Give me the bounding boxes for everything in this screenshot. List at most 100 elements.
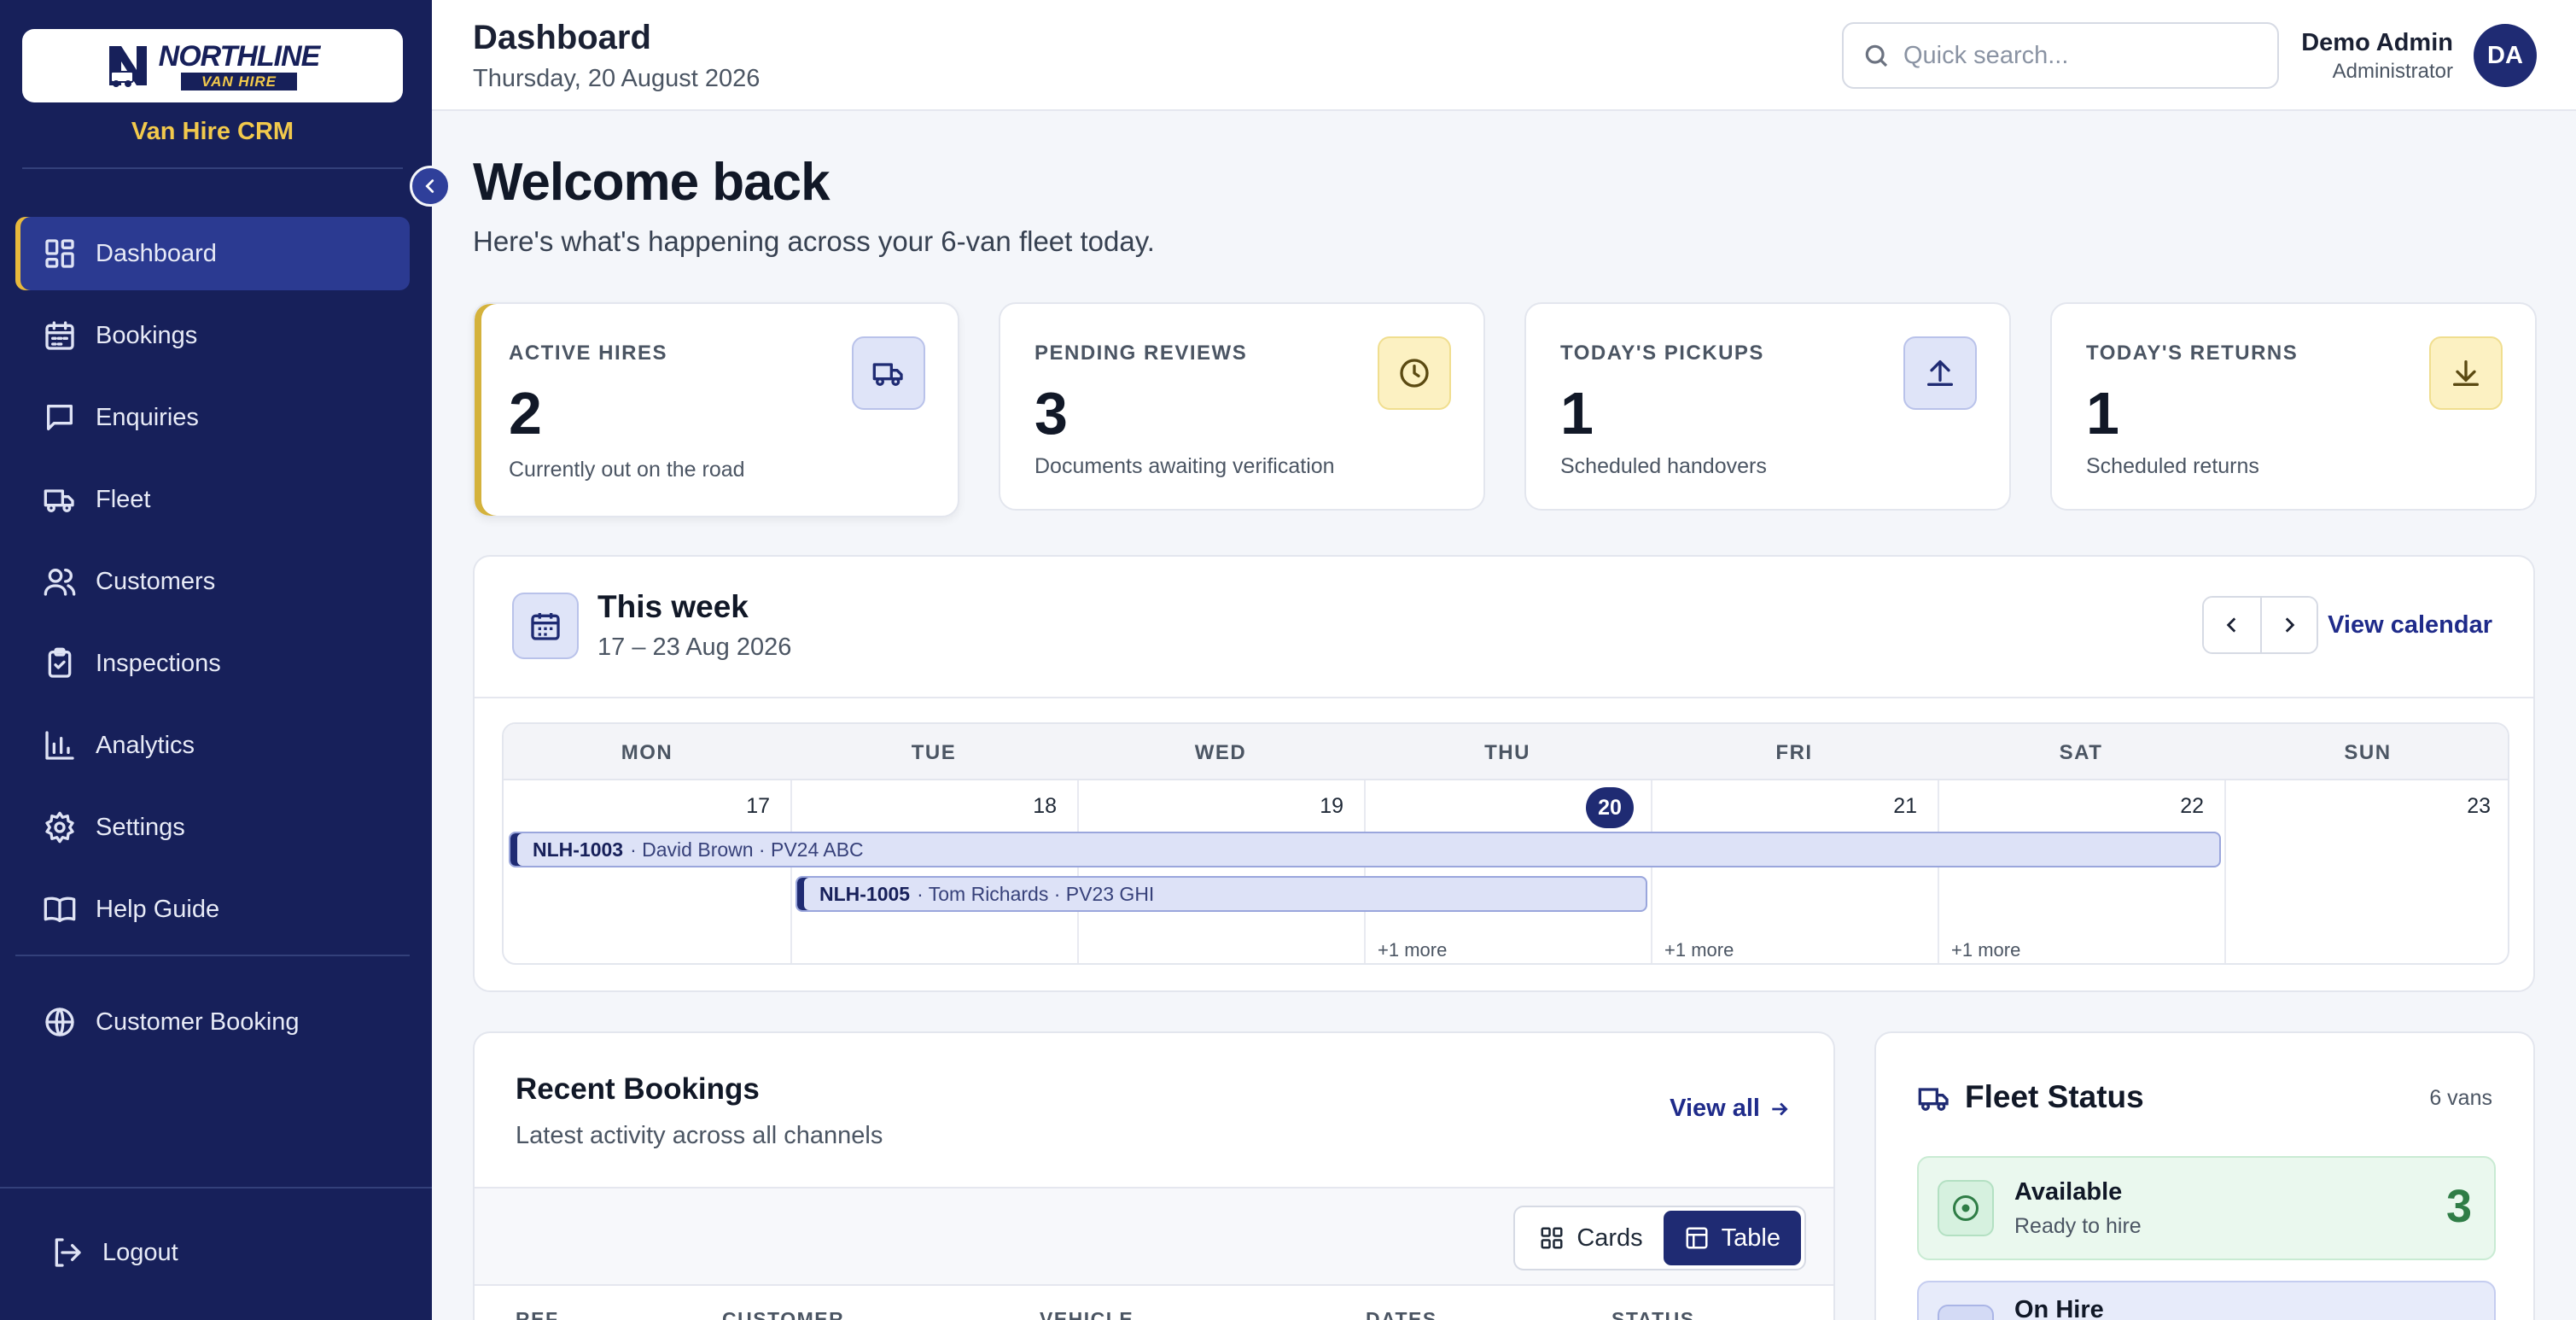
- more-bookings-link[interactable]: +1 more: [1378, 939, 1447, 961]
- day-column-divider: [2224, 780, 2226, 963]
- stat-value: 1: [2086, 380, 2119, 447]
- bar-chart-icon: [39, 725, 80, 766]
- recent-bookings-card: Recent Bookings Latest activity across a…: [473, 1031, 1835, 1320]
- stat-label: ACTIVE HIRES: [509, 342, 668, 365]
- booking-detail: · Tom Richards · PV23 GHI: [917, 882, 1155, 905]
- logout-icon: [46, 1232, 87, 1273]
- sidebar-item-customers[interactable]: Customers: [15, 545, 410, 618]
- column-header-customer[interactable]: CUSTOMER: [722, 1308, 844, 1320]
- recent-bookings-title: Recent Bookings: [516, 1072, 760, 1106]
- sidebar-item-customer-booking[interactable]: Customer Booking: [15, 985, 410, 1059]
- day-date[interactable]: 22: [2178, 794, 2204, 819]
- top-bar: Dashboard Thursday, 20 August 2026 Demo …: [432, 0, 2576, 111]
- quick-search[interactable]: [1842, 22, 2279, 89]
- day-date[interactable]: 18: [1031, 794, 1057, 819]
- truck-icon: [852, 336, 925, 410]
- sidebar-item-label: Settings: [96, 813, 185, 841]
- stat-description: Scheduled returns: [2086, 454, 2259, 478]
- column-header-status[interactable]: STATUS: [1611, 1308, 1695, 1320]
- globe-icon: [39, 1002, 80, 1043]
- more-bookings-link[interactable]: +1 more: [1951, 939, 2020, 961]
- truck-icon: [1917, 1081, 1951, 1115]
- chat-icon: [39, 397, 80, 438]
- sidebar-item-settings[interactable]: Settings: [15, 791, 410, 864]
- fleet-row-available[interactable]: Available Ready to hire 3: [1917, 1156, 2496, 1260]
- day-date[interactable]: 17: [744, 794, 770, 819]
- user-name: Demo Admin: [2301, 29, 2453, 56]
- table-view-button[interactable]: Table: [1663, 1211, 1801, 1265]
- search-input[interactable]: [1903, 41, 2262, 70]
- week-grid: MON TUE WED THU FRI SAT SUN 17 18 19 20 …: [502, 722, 2509, 965]
- users-icon: [39, 561, 80, 602]
- view-calendar-link[interactable]: View calendar: [2328, 611, 2492, 640]
- brand-logo[interactable]: NORTHLINE VAN HIRE: [22, 29, 403, 102]
- sidebar-item-label: Bookings: [96, 321, 198, 349]
- stat-value: 1: [1560, 380, 1594, 447]
- sidebar-item-label: Inspections: [96, 649, 221, 677]
- chevron-left-icon: [2226, 617, 2236, 633]
- today-date-badge[interactable]: 20: [1586, 787, 1634, 828]
- booking-detail: · David Brown · PV24 ABC: [630, 838, 864, 861]
- brand-subtitle: Van Hire CRM: [131, 118, 294, 145]
- stat-label: TODAY'S RETURNS: [2086, 342, 2299, 365]
- logout-button[interactable]: Logout: [22, 1216, 417, 1289]
- day-of-week-sun: SUN: [2344, 741, 2392, 764]
- column-header-ref[interactable]: REF: [516, 1308, 559, 1320]
- stat-card-pending-reviews[interactable]: PENDING REVIEWS 3 Documents awaiting ver…: [999, 302, 1485, 511]
- sidebar-divider: [15, 955, 410, 956]
- download-icon: [2429, 336, 2503, 410]
- week-range: 17 – 23 Aug 2026: [597, 634, 792, 661]
- page-date: Thursday, 20 August 2026: [473, 65, 761, 92]
- sidebar-item-inspections[interactable]: Inspections: [15, 627, 410, 700]
- fleet-row-subtitle: Ready to hire: [2014, 1214, 2142, 1238]
- previous-week-button[interactable]: [2204, 598, 2260, 652]
- calendar-icon: [512, 593, 579, 659]
- sidebar-item-bookings[interactable]: Bookings: [15, 299, 410, 372]
- more-bookings-link[interactable]: +1 more: [1664, 939, 1734, 961]
- day-of-week-tue: TUE: [911, 741, 957, 764]
- avatar[interactable]: DA: [2474, 24, 2537, 87]
- logo-wordmark-top: NORTHLINE: [158, 39, 321, 73]
- sidebar-item-label: Dashboard: [96, 239, 217, 267]
- week-calendar-card: This week 17 – 23 Aug 2026 View calendar…: [473, 555, 2535, 992]
- sidebar-item-analytics[interactable]: Analytics: [15, 709, 410, 782]
- day-date[interactable]: 21: [1891, 794, 1917, 819]
- table-icon: [1686, 1227, 1708, 1249]
- stat-card-todays-pickups[interactable]: TODAY'S PICKUPS 1 Scheduled handovers: [1524, 302, 2011, 511]
- upload-icon: [1903, 336, 1977, 410]
- stat-card-active-hires[interactable]: ACTIVE HIRES 2 Currently out on the road: [473, 302, 959, 517]
- day-column-divider: [1651, 780, 1652, 963]
- page-title: Dashboard: [473, 19, 651, 56]
- logo-van-icon: [108, 46, 147, 87]
- cards-view-button[interactable]: Cards: [1518, 1211, 1663, 1265]
- day-column-divider: [1938, 780, 1939, 963]
- calendar-icon: [39, 315, 80, 356]
- stat-card-todays-returns[interactable]: TODAY'S RETURNS 1 Scheduled returns: [2050, 302, 2537, 511]
- booking-bar-nlh-1005[interactable]: NLH-1005 · Tom Richards · PV23 GHI: [796, 876, 1647, 912]
- view-toggle: Cards Table: [1513, 1206, 1806, 1270]
- fleet-row-on-hire[interactable]: On Hire: [1917, 1281, 2496, 1320]
- sidebar-item-dashboard[interactable]: Dashboard: [15, 217, 410, 290]
- column-header-vehicle[interactable]: VEHICLE: [1040, 1308, 1134, 1320]
- collapse-sidebar-button[interactable]: [410, 166, 451, 207]
- sidebar-item-enquiries[interactable]: Enquiries: [15, 381, 410, 454]
- day-of-week-mon: MON: [621, 741, 673, 764]
- bookings-table-header: REF CUSTOMER VEHICLE DATES STATUS: [475, 1284, 1833, 1320]
- day-date[interactable]: 19: [1318, 794, 1343, 819]
- next-week-button[interactable]: [2260, 598, 2317, 652]
- view-all-link[interactable]: View all: [1670, 1095, 1791, 1123]
- chevron-right-icon: [2285, 617, 2295, 633]
- day-date[interactable]: 23: [2465, 794, 2491, 819]
- sidebar-item-fleet[interactable]: Fleet: [15, 463, 410, 536]
- grid-icon: [1541, 1227, 1563, 1249]
- fleet-status-card: Fleet Status 6 vans Available Ready to h…: [1874, 1031, 2535, 1320]
- sidebar-item-label: Fleet: [96, 485, 151, 513]
- day-of-week-sat: SAT: [2059, 741, 2103, 764]
- logout-label: Logout: [102, 1238, 178, 1266]
- circle-dot-icon: [1938, 1180, 1994, 1236]
- stat-description: Currently out on the road: [509, 458, 745, 482]
- sidebar-item-help-guide[interactable]: Help Guide: [15, 873, 410, 946]
- column-header-dates[interactable]: DATES: [1366, 1308, 1437, 1320]
- booking-bar-nlh-1003[interactable]: NLH-1003 · David Brown · PV24 ABC: [509, 832, 2221, 867]
- stat-value: 2: [509, 380, 542, 447]
